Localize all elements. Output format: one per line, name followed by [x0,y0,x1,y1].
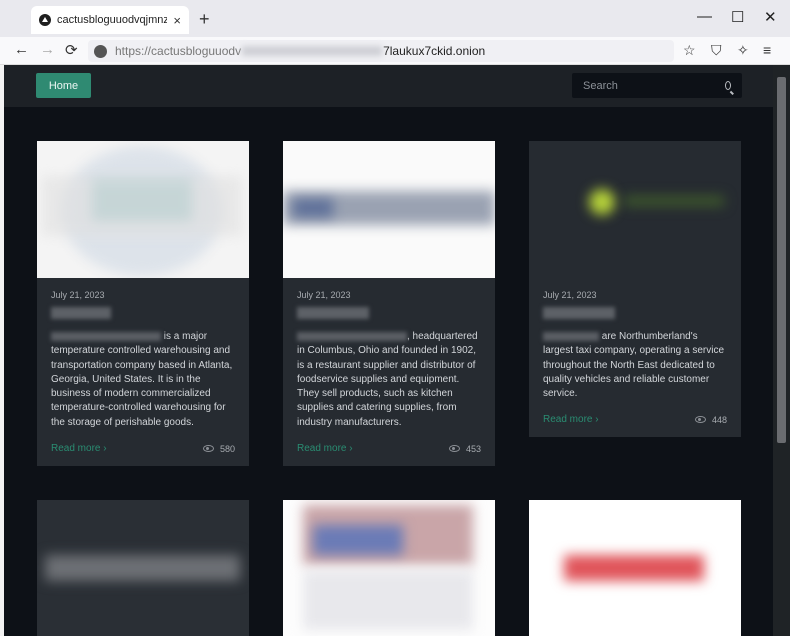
site-header: Home [4,65,773,107]
url-suffix: 7laukux7ckid.onion [383,44,486,58]
view-count: 580 [202,444,235,454]
scrollbar-thumb[interactable] [777,77,786,443]
article-card: July 21, 2023 , headquartered in Columbu… [283,141,495,467]
page-scrollbar[interactable] [773,65,790,636]
article-card [283,500,495,636]
browser-navbar: ← → ⟳ https://cactusbloguuodv 7laukux7ck… [0,37,790,65]
close-window-button[interactable]: ✕ [764,8,777,26]
card-image[interactable] [283,500,495,636]
shield-icon[interactable]: ⛉ [711,42,722,59]
tab-favicon-icon [39,14,51,26]
card-image[interactable] [529,500,741,636]
eye-icon [448,445,460,453]
eye-icon [202,445,214,453]
read-more-link[interactable]: Read more › [297,443,353,454]
company-name-redacted [543,331,599,341]
browser-titlebar: cactusbloguuodvqjmnzlwetjlpj6 × + — ☐ ✕ [0,0,790,37]
card-description: is a major temperature controlled wareho… [51,331,233,428]
back-button[interactable]: ← [14,41,29,58]
view-count: 453 [448,444,481,454]
url-prefix: https://cactusbloguuodv [115,44,242,58]
card-title-redacted[interactable] [297,307,369,319]
card-title-redacted[interactable] [543,307,615,319]
card-image[interactable] [529,141,741,278]
search-icon[interactable] [725,81,731,90]
new-tab-button[interactable]: + [199,9,210,30]
card-date: July 21, 2023 [51,290,105,300]
reload-button[interactable]: ⟳ [65,41,78,59]
extensions-icon[interactable]: ✧ [737,42,749,59]
browser-tab[interactable]: cactusbloguuodvqjmnzlwetjlpj6 × [31,6,189,34]
card-description: are Northumberland's largest taxi compan… [543,331,725,400]
article-card [529,500,741,636]
view-count: 448 [694,415,727,425]
card-description: , headquartered in Columbus, Ohio and fo… [297,331,478,428]
home-button[interactable]: Home [36,73,91,98]
tab-close-icon[interactable]: × [173,13,181,28]
company-name-redacted [297,331,407,341]
bookmark-star-icon[interactable]: ☆ [683,42,696,59]
article-card [37,500,249,636]
search-box[interactable] [572,73,742,98]
url-redacted [242,46,383,56]
address-bar[interactable]: https://cactusbloguuodv 7laukux7ckid.oni… [88,40,674,62]
search-input[interactable] [583,79,725,92]
minimize-button[interactable]: — [697,8,712,25]
eye-icon [694,416,706,424]
maximize-button[interactable]: ☐ [731,8,744,26]
menu-icon[interactable]: ≡ [763,42,771,58]
web-page: Home July 21, 2023 is a major temperatur… [4,65,773,636]
card-title-redacted[interactable] [51,307,111,319]
read-more-link[interactable]: Read more › [543,414,599,425]
company-name-redacted [51,331,161,341]
article-card: July 21, 2023 are Northumberland's large… [529,141,741,438]
card-date: July 21, 2023 [543,290,597,300]
card-image[interactable] [37,500,249,636]
forward-button[interactable]: → [40,41,55,58]
tab-title: cactusbloguuodvqjmnzlwetjlpj6 [57,14,168,26]
site-info-icon[interactable] [94,44,107,58]
card-image[interactable] [37,141,249,278]
read-more-link[interactable]: Read more › [51,443,107,454]
card-image[interactable] [283,141,495,278]
article-card: July 21, 2023 is a major temperature con… [37,141,249,467]
card-date: July 21, 2023 [297,290,351,300]
